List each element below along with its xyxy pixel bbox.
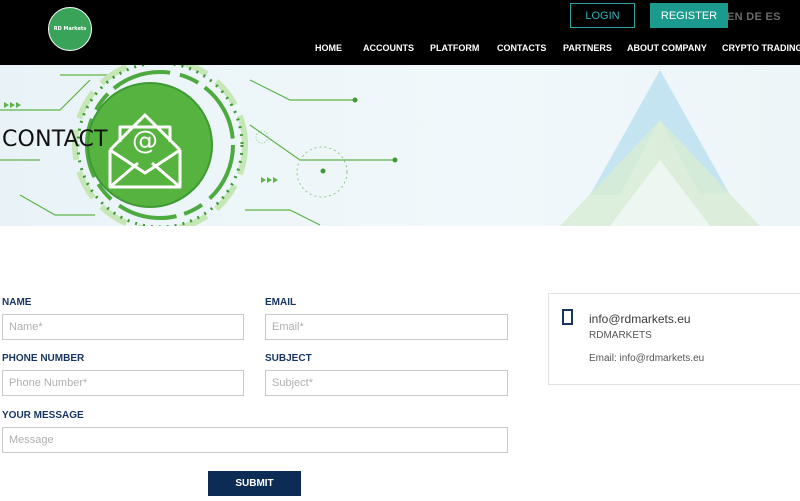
hero-illustration: @ [0, 65, 760, 226]
nav-item-about-company[interactable]: ABOUT COMPANY [627, 43, 707, 53]
submit-button[interactable]: SUBMIT [208, 471, 301, 496]
svg-text:@: @ [132, 126, 158, 156]
message-label: YOUR MESSAGE [2, 410, 84, 421]
site-header: RD Markets LOGIN REGISTER EN DE ES HOME … [0, 0, 800, 65]
card-email-link[interactable]: info@rdmarkets.eu [589, 312, 691, 326]
nav-item-contacts[interactable]: CONTACTS [497, 43, 546, 53]
language-switcher[interactable]: EN DE ES [727, 11, 781, 23]
name-label: NAME [2, 297, 32, 308]
phone-label: PHONE NUMBER [2, 353, 85, 364]
nav-item-accounts[interactable]: ACCOUNTS [363, 43, 414, 53]
card-company-name: RDMARKETS [589, 330, 652, 341]
phone-icon [562, 309, 573, 325]
nav-item-partners[interactable]: PARTNERS [563, 43, 612, 53]
login-button[interactable]: LOGIN [570, 3, 635, 28]
phone-field[interactable] [2, 370, 244, 396]
subject-label: SUBJECT [265, 353, 312, 364]
name-field[interactable] [2, 314, 244, 340]
message-field[interactable] [2, 427, 508, 453]
nav-item-crypto-trading[interactable]: CRYPTO TRADING [722, 43, 800, 53]
logo-text: RD Markets [53, 26, 87, 32]
main-nav: HOME ACCOUNTS PLATFORM CONTACTS PARTNERS… [0, 43, 800, 57]
subject-field[interactable] [265, 370, 508, 396]
email-field[interactable] [265, 314, 508, 340]
email-label: EMAIL [265, 297, 297, 308]
page-title: CONTACT [2, 127, 108, 152]
card-email-line: Email: info@rdmarkets.eu [589, 353, 705, 364]
hero-banner: @ CONTACT [0, 65, 800, 226]
nav-item-platform[interactable]: PLATFORM [430, 43, 479, 53]
nav-item-home[interactable]: HOME [315, 43, 342, 53]
contact-info-card: info@rdmarkets.eu RDMARKETS Email: info@… [548, 293, 800, 385]
register-button[interactable]: REGISTER [650, 3, 728, 28]
